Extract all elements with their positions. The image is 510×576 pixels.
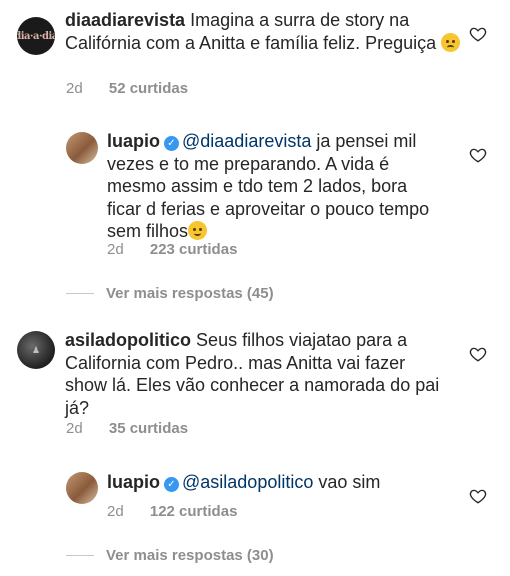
heart-outline-icon[interactable]	[469, 146, 487, 164]
comment-time: 2d	[107, 241, 124, 258]
view-more-replies-button[interactable]: Ver mais respostas (45)	[66, 285, 274, 302]
avatar-image-icon: ♟	[31, 344, 41, 355]
heart-outline-icon[interactable]	[469, 25, 487, 43]
comment-meta: 2d 122 curtidas	[107, 503, 237, 520]
avatar-luapio[interactable]	[66, 132, 98, 164]
persevering-face-emoji	[441, 32, 461, 52]
comment-body: vao sim	[318, 472, 381, 492]
comment-diaadiarevista: diaadiarevista Imagina a surra de story …	[65, 9, 465, 54]
avatar-asiladopolitico[interactable]: ♟	[17, 331, 55, 369]
comment-username[interactable]: asiladopolitico	[65, 330, 191, 350]
comment-meta: 2d 223 curtidas	[107, 241, 237, 258]
comment-time: 2d	[107, 503, 124, 520]
heart-outline-icon[interactable]	[469, 345, 487, 363]
reply-luapio-1: luapio ✓ @diaadiarevista ja pensei mil vez…	[107, 130, 437, 243]
comment-username[interactable]: luapio	[107, 472, 160, 492]
divider-line	[66, 555, 94, 556]
avatar-diaadiarevista[interactable]: dia·a·dia	[17, 17, 55, 55]
comment-time: 2d	[66, 80, 83, 97]
comment-meta: 2d 35 curtidas	[66, 420, 188, 437]
comment-meta: 2d 52 curtidas	[66, 80, 188, 97]
view-more-label: Ver mais respostas (30)	[106, 547, 274, 564]
heart-outline-icon[interactable]	[469, 487, 487, 505]
avatar-logo-text: dia·a·dia	[17, 30, 55, 42]
avatar-luapio[interactable]	[66, 472, 98, 504]
verified-badge-icon: ✓	[164, 136, 179, 151]
mention-link[interactable]: @asiladopolitico	[182, 472, 313, 492]
reply-luapio-2: luapio ✓ @asiladopolitico vao sim	[107, 471, 447, 494]
comment-likes[interactable]: 122 curtidas	[150, 503, 238, 520]
view-more-label: Ver mais respostas (45)	[106, 285, 274, 302]
comment-likes[interactable]: 35 curtidas	[109, 420, 188, 437]
comment-likes[interactable]: 52 curtidas	[109, 80, 188, 97]
comment-likes[interactable]: 223 curtidas	[150, 241, 238, 258]
comment-username[interactable]: diaadiarevista	[65, 10, 185, 30]
comment-time: 2d	[66, 420, 83, 437]
smirking-face-emoji	[188, 221, 208, 240]
view-more-replies-button[interactable]: Ver mais respostas (30)	[66, 547, 274, 564]
comment-username[interactable]: luapio	[107, 131, 160, 151]
divider-line	[66, 293, 94, 294]
verified-badge-icon: ✓	[164, 477, 179, 492]
mention-link[interactable]: @diaadiarevista	[182, 131, 311, 151]
comment-asiladopolitico: asiladopolitico Seus filhos viajatao par…	[65, 329, 445, 419]
